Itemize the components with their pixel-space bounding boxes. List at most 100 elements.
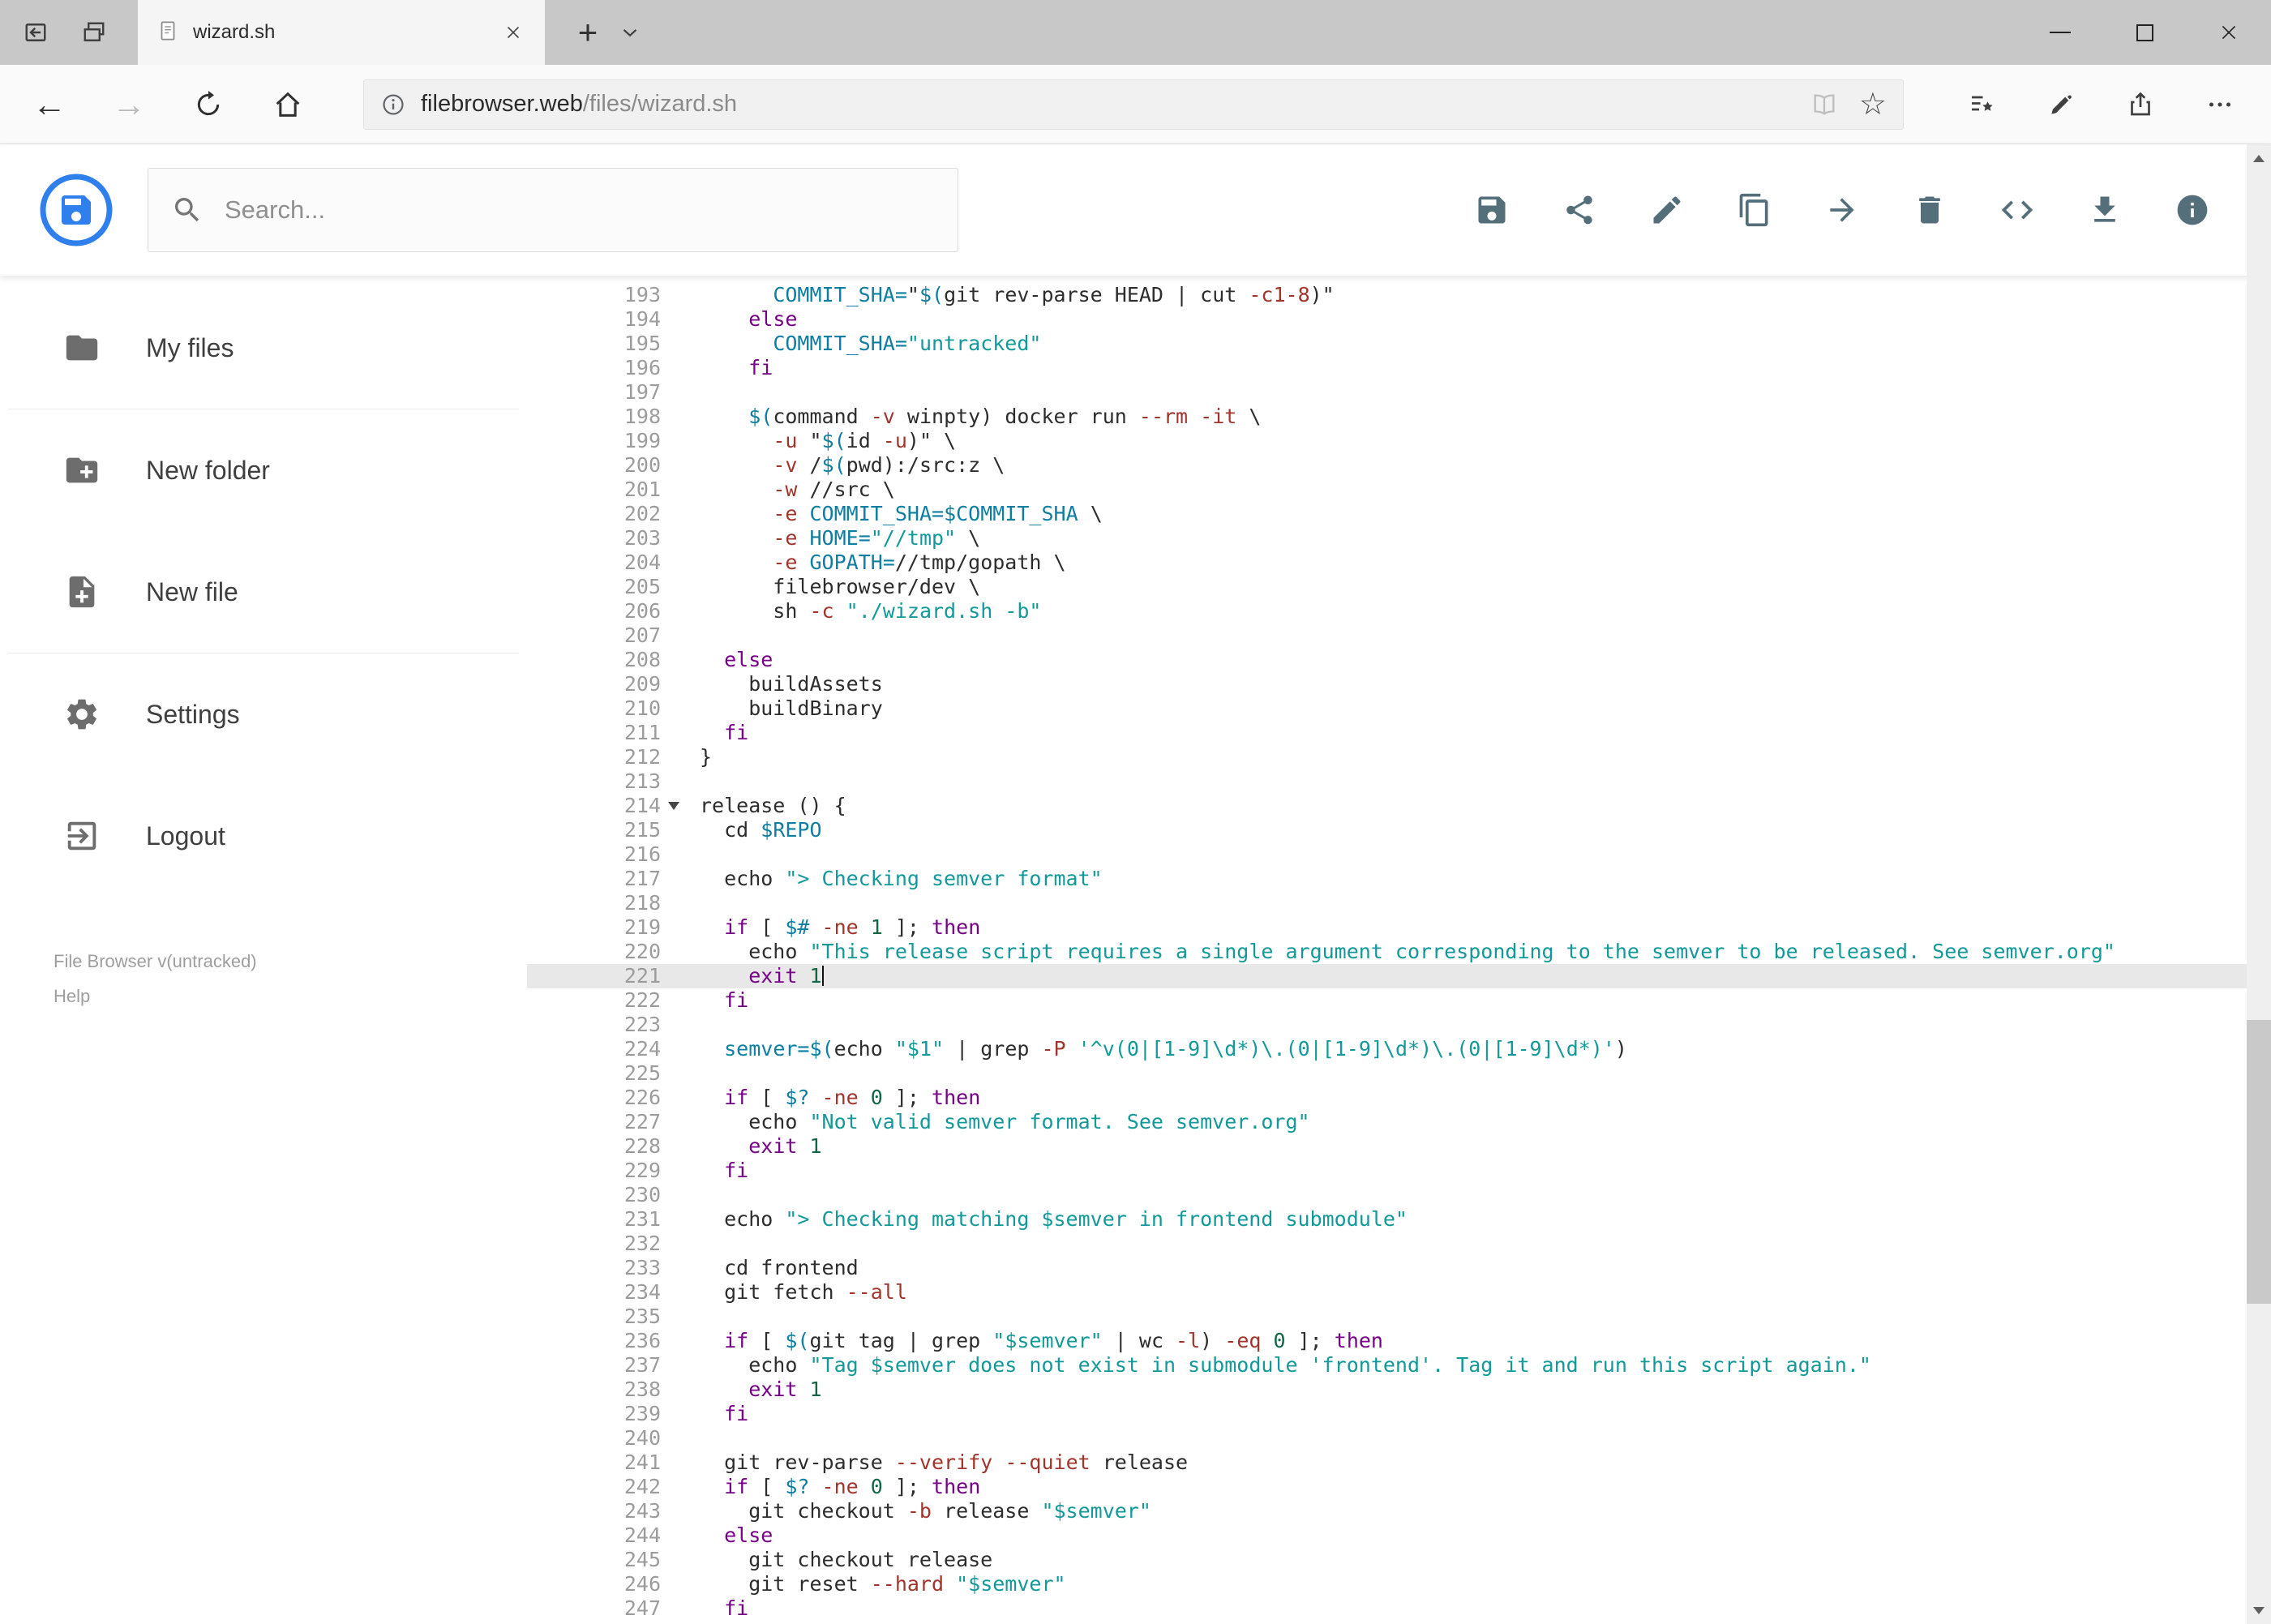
code-line[interactable]: 228 exit 1 bbox=[527, 1134, 2271, 1159]
close-window-button[interactable] bbox=[2187, 0, 2271, 65]
code-line[interactable]: 224 semver=$(echo "$1" | grep -P '^v(0|[… bbox=[527, 1037, 2271, 1061]
code-line[interactable]: 225 bbox=[527, 1061, 2271, 1086]
code-line[interactable]: 214 release () { bbox=[527, 794, 2271, 818]
scrollbar-thumb[interactable] bbox=[2247, 1020, 2271, 1304]
hub-favorites-icon[interactable] bbox=[1947, 75, 2016, 134]
code-line[interactable]: 231 echo "> Checking matching $semver in… bbox=[527, 1207, 2271, 1232]
code-line[interactable]: 212} bbox=[527, 745, 2271, 769]
copy-icon[interactable] bbox=[1736, 191, 1773, 229]
delete-icon[interactable] bbox=[1911, 191, 1948, 229]
code-line[interactable]: 206 sh -c "./wizard.sh -b" bbox=[527, 599, 2271, 623]
code-line[interactable]: 197 bbox=[527, 380, 2271, 405]
code-line[interactable]: 202 -e COMMIT_SHA=$COMMIT_SHA \ bbox=[527, 502, 2271, 526]
code-line[interactable]: 216 bbox=[527, 842, 2271, 867]
url-field[interactable]: filebrowser.web/files/wizard.sh ☆ bbox=[363, 79, 1904, 130]
code-line[interactable]: 210 buildBinary bbox=[527, 696, 2271, 721]
code-line[interactable]: 223 bbox=[527, 1013, 2271, 1037]
code-line[interactable]: 242 if [ $? -ne 0 ]; then bbox=[527, 1475, 2271, 1499]
sidebar-item-new-folder[interactable]: New folder bbox=[0, 409, 527, 531]
tab-close-icon[interactable] bbox=[499, 19, 527, 46]
code-line[interactable]: 238 exit 1 bbox=[527, 1378, 2271, 1402]
share-page-icon[interactable] bbox=[2106, 75, 2175, 134]
minimize-button[interactable] bbox=[2018, 0, 2102, 65]
annotate-pen-icon[interactable] bbox=[2027, 75, 2095, 134]
sidebar-item-new-file[interactable]: New file bbox=[0, 531, 527, 653]
sidebar-item-settings[interactable]: Settings bbox=[0, 653, 527, 775]
code-line[interactable]: 232 bbox=[527, 1232, 2271, 1256]
search-box[interactable] bbox=[148, 168, 958, 252]
favorite-star-icon[interactable]: ☆ bbox=[1859, 89, 1887, 120]
fold-arrow-icon[interactable] bbox=[668, 802, 679, 810]
code-line[interactable]: 219 if [ $# -ne 1 ]; then bbox=[527, 915, 2271, 940]
code-line[interactable]: 205 filebrowser/dev \ bbox=[527, 575, 2271, 599]
more-options-icon[interactable] bbox=[2186, 75, 2254, 134]
scroll-up-icon[interactable] bbox=[2247, 144, 2271, 172]
code-line[interactable]: 215 cd $REPO bbox=[527, 818, 2271, 842]
edit-source-icon[interactable] bbox=[1999, 191, 2036, 229]
sidebar-item-logout[interactable]: Logout bbox=[0, 775, 527, 897]
code-line[interactable]: 230 bbox=[527, 1183, 2271, 1207]
filebrowser-logo[interactable] bbox=[39, 173, 114, 247]
new-tab-button[interactable]: + bbox=[564, 0, 611, 65]
code-line[interactable]: 220 echo "This release script requires a… bbox=[527, 940, 2271, 964]
url-text[interactable]: filebrowser.web/files/wizard.sh bbox=[421, 91, 1810, 118]
code-editor[interactable]: 193 COMMIT_SHA="$(git rev-parse HEAD | c… bbox=[527, 276, 2271, 1624]
code-line[interactable]: 218 bbox=[527, 891, 2271, 915]
code-line[interactable]: 221 exit 1 bbox=[527, 964, 2271, 988]
code-line[interactable]: 209 buildAssets bbox=[527, 672, 2271, 696]
code-line[interactable]: 204 -e GOPATH=//tmp/gopath \ bbox=[527, 551, 2271, 575]
site-info-icon[interactable] bbox=[380, 92, 406, 118]
code-line[interactable]: 196 fi bbox=[527, 356, 2271, 380]
code-line[interactable]: 245 git checkout release bbox=[527, 1548, 2271, 1572]
share-icon[interactable] bbox=[1561, 191, 1598, 229]
code-line[interactable]: 229 fi bbox=[527, 1159, 2271, 1183]
tab-preview-chevron-icon[interactable] bbox=[618, 20, 642, 45]
code-line[interactable]: 243 git checkout -b release "$semver" bbox=[527, 1499, 2271, 1523]
sidebar-item-my-files[interactable]: My files bbox=[0, 287, 527, 409]
code-line[interactable]: 222 fi bbox=[527, 988, 2271, 1013]
code-line[interactable]: 233 cd frontend bbox=[527, 1256, 2271, 1280]
scroll-down-icon[interactable] bbox=[2247, 1596, 2271, 1624]
download-icon[interactable] bbox=[2086, 191, 2123, 229]
code-line[interactable]: 237 echo "Tag $semver does not exist in … bbox=[527, 1353, 2271, 1378]
move-icon[interactable] bbox=[1823, 191, 1861, 229]
code-line[interactable]: 227 echo "Not valid semver format. See s… bbox=[527, 1110, 2271, 1134]
code-line[interactable]: 211 fi bbox=[527, 721, 2271, 745]
code-line[interactable]: 240 bbox=[527, 1426, 2271, 1450]
code-line[interactable]: 201 -w //src \ bbox=[527, 478, 2271, 502]
reading-view-icon[interactable] bbox=[1810, 91, 1838, 118]
browser-tab[interactable]: wizard.sh bbox=[138, 0, 545, 65]
save-icon[interactable] bbox=[1473, 191, 1510, 229]
home-button[interactable] bbox=[258, 75, 318, 135]
code-line[interactable]: 198 $(command -v winpty) docker run --rm… bbox=[527, 405, 2271, 429]
code-line[interactable]: 239 fi bbox=[527, 1402, 2271, 1426]
code-line[interactable]: 208 else bbox=[527, 648, 2271, 672]
code-line[interactable]: 244 else bbox=[527, 1523, 2271, 1548]
code-line[interactable]: 207 bbox=[527, 623, 2271, 648]
code-line[interactable]: 213 bbox=[527, 769, 2271, 794]
code-line[interactable]: 234 git fetch --all bbox=[527, 1280, 2271, 1305]
code-line[interactable]: 195 COMMIT_SHA="untracked" bbox=[527, 332, 2271, 356]
code-line[interactable]: 200 -v /$(pwd):/src:z \ bbox=[527, 453, 2271, 478]
forward-button[interactable]: → bbox=[99, 75, 159, 135]
back-button[interactable]: ← bbox=[19, 75, 79, 135]
code-line[interactable]: 246 git reset --hard "$semver" bbox=[527, 1572, 2271, 1596]
code-line[interactable]: 241 git rev-parse --verify --quiet relea… bbox=[527, 1450, 2271, 1475]
page-scrollbar[interactable] bbox=[2247, 144, 2271, 1624]
tabs-aside-list-icon[interactable] bbox=[71, 10, 117, 55]
code-line[interactable]: 247 fi bbox=[527, 1596, 2271, 1621]
help-link[interactable]: Help bbox=[54, 985, 90, 1009]
info-icon[interactable] bbox=[2174, 191, 2211, 229]
code-line[interactable]: 236 if [ $(git tag | grep "$semver" | wc… bbox=[527, 1329, 2271, 1353]
rename-icon[interactable] bbox=[1648, 191, 1686, 229]
code-line[interactable]: 235 bbox=[527, 1305, 2271, 1329]
code-line[interactable]: 217 echo "> Checking semver format" bbox=[527, 867, 2271, 891]
code-line[interactable]: 226 if [ $? -ne 0 ]; then bbox=[527, 1086, 2271, 1110]
refresh-button[interactable] bbox=[178, 75, 238, 135]
code-line[interactable]: 194 else bbox=[527, 307, 2271, 332]
maximize-button[interactable] bbox=[2102, 0, 2187, 65]
code-line[interactable]: 203 -e HOME="//tmp" \ bbox=[527, 526, 2271, 551]
search-input[interactable] bbox=[223, 195, 935, 225]
set-tabs-aside-icon[interactable] bbox=[13, 10, 58, 55]
code-line[interactable]: 193 COMMIT_SHA="$(git rev-parse HEAD | c… bbox=[527, 283, 2271, 307]
